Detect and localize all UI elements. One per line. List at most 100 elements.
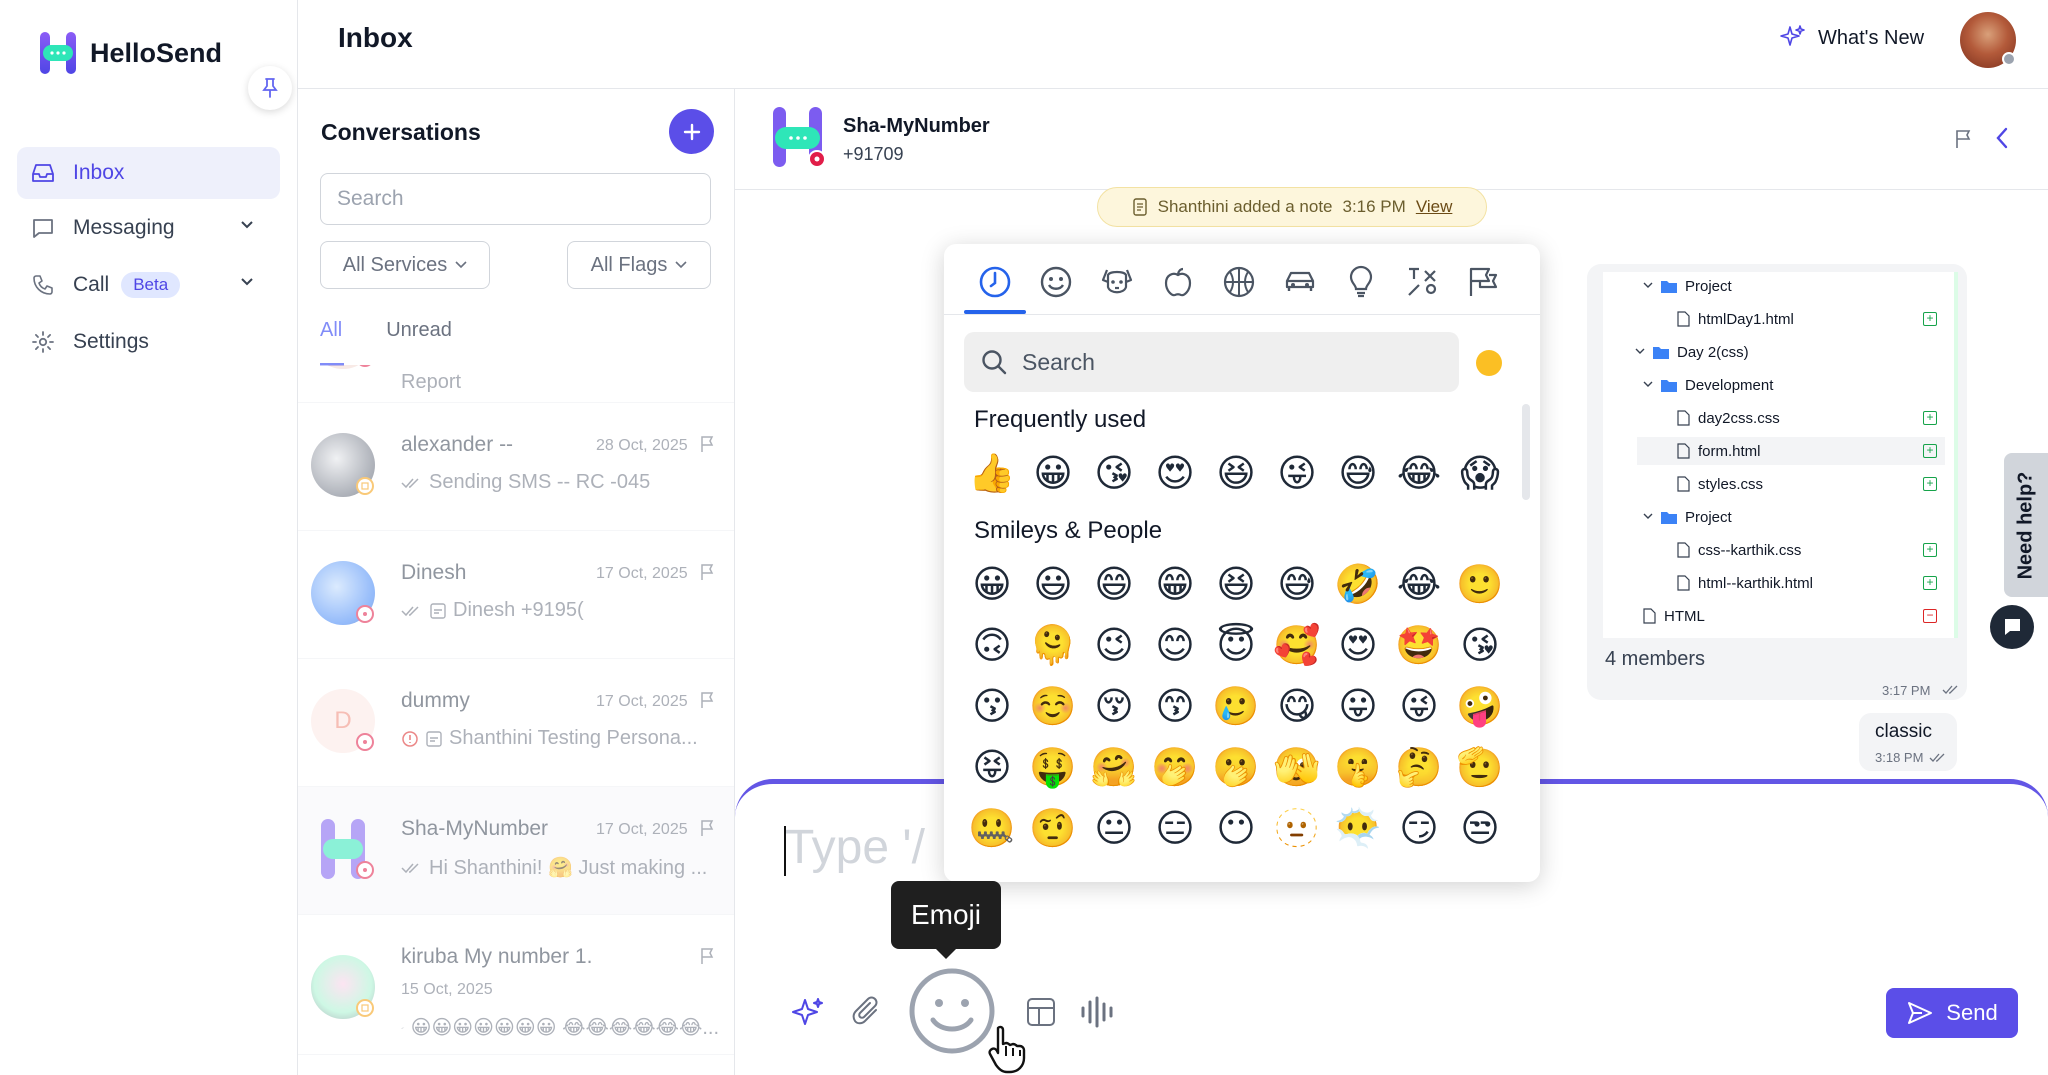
emoji-cell[interactable]: 🤭	[1149, 741, 1201, 793]
sidebar-item-call[interactable]: Call Beta	[17, 259, 280, 311]
category-recent[interactable]	[975, 262, 1015, 302]
emoji-cell[interactable]: 😃	[1027, 558, 1079, 610]
emoji-cell[interactable]: 😍	[1332, 619, 1384, 671]
emoji-cell[interactable]: 🤣	[1332, 558, 1384, 610]
flag-icon[interactable]	[700, 563, 716, 581]
collapse-panel-icon[interactable]	[1995, 127, 2009, 149]
services-filter-dropdown[interactable]: All Services	[320, 241, 490, 289]
conversation-row[interactable]: Dinesh 17 Oct, 2025 Dinesh +9195(	[298, 531, 734, 659]
emoji-cell[interactable]: 🫠	[1027, 619, 1079, 671]
conversation-row[interactable]: kiruba My number 1. 15 Oct, 2025 😀😀😀😀😀😀😀…	[298, 915, 734, 1055]
emoji-search-input[interactable]: Search	[964, 332, 1459, 392]
emoji-cell[interactable]: 😶	[1210, 802, 1262, 854]
emoji-cell[interactable]: 😊	[1149, 619, 1201, 671]
sidebar-item-settings[interactable]: Settings	[17, 316, 280, 368]
emoji-cell[interactable]: 🫢	[1210, 741, 1262, 793]
emoji-cell[interactable]: 😶‍🌫️	[1332, 802, 1384, 854]
emoji-cell[interactable]: 😜	[1393, 680, 1445, 732]
message-input[interactable]: Type '/	[785, 820, 925, 875]
emoji-icon[interactable]	[907, 966, 997, 1056]
emoji-cell[interactable]: 😆	[1210, 447, 1262, 499]
flag-icon[interactable]	[700, 691, 716, 709]
emoji-cell[interactable]: 😘	[1088, 447, 1140, 499]
emoji-scrollbar[interactable]	[1522, 404, 1530, 500]
ai-sparkle-icon[interactable]	[791, 996, 825, 1030]
category-travel[interactable]	[1280, 262, 1320, 302]
emoji-cell[interactable]: 🤑	[1027, 741, 1079, 793]
category-activities[interactable]	[1219, 262, 1259, 302]
flag-icon[interactable]	[700, 435, 716, 453]
emoji-cell[interactable]: 😋	[1271, 680, 1323, 732]
emoji-cell[interactable]: 🫡	[1454, 741, 1506, 793]
emoji-cell[interactable]: 😂	[1393, 447, 1445, 499]
text-message[interactable]: classic 3:18 PM	[1859, 713, 1957, 771]
voice-waveform-icon[interactable]	[1080, 996, 1114, 1028]
flag-icon[interactable]	[700, 819, 716, 837]
emoji-cell[interactable]: 😂	[1393, 558, 1445, 610]
emoji-cell[interactable]: 😀	[966, 558, 1018, 610]
flags-filter-dropdown[interactable]: All Flags	[567, 241, 711, 289]
emoji-cell[interactable]: 😁	[1149, 558, 1201, 610]
emoji-cell[interactable]: ☺️	[1027, 680, 1079, 732]
app-logo[interactable]: HelloSend	[40, 32, 222, 74]
pin-sidebar-button[interactable]	[248, 66, 292, 110]
emoji-cell[interactable]: 🤗	[1088, 741, 1140, 793]
emoji-cell[interactable]: 😱	[1454, 447, 1506, 499]
need-help-tab[interactable]: Need help?	[2004, 453, 2048, 597]
emoji-cell[interactable]: 😉	[1088, 619, 1140, 671]
emoji-cell[interactable]: 😍	[1149, 447, 1201, 499]
category-smileys[interactable]	[1036, 262, 1076, 302]
conversation-search-input[interactable]: Search	[320, 173, 711, 225]
emoji-cell[interactable]: 🫥	[1271, 802, 1323, 854]
emoji-cell[interactable]: 🤔	[1393, 741, 1445, 793]
emoji-cell[interactable]: 😒	[1454, 802, 1506, 854]
conversation-row[interactable]: D dummy 17 Oct, 2025 Shanthini Testing P…	[298, 659, 734, 787]
emoji-cell[interactable]: 😅	[1271, 558, 1323, 610]
tab-all[interactable]: All	[320, 319, 342, 342]
emoji-cell[interactable]: 😅	[1332, 447, 1384, 499]
emoji-cell[interactable]: 😛	[1332, 680, 1384, 732]
flag-icon[interactable]	[700, 947, 716, 965]
conversation-row-selected[interactable]: Sha-MyNumber 17 Oct, 2025 Hi Shanthini! …	[298, 787, 734, 915]
emoji-cell[interactable]: 😇	[1210, 619, 1262, 671]
support-chat-button[interactable]	[1990, 605, 2034, 649]
emoji-cell[interactable]: 😗	[966, 680, 1018, 732]
category-flags[interactable]	[1463, 262, 1503, 302]
view-note-link[interactable]: View	[1416, 197, 1453, 217]
emoji-cell[interactable]: 🫣	[1271, 741, 1323, 793]
category-food[interactable]	[1158, 262, 1198, 302]
skin-tone-selector[interactable]	[1476, 350, 1502, 376]
emoji-cell[interactable]: 😑	[1149, 802, 1201, 854]
emoji-cell[interactable]: 🤩	[1393, 619, 1445, 671]
sidebar-item-messaging[interactable]: Messaging	[17, 202, 280, 254]
conversation-row[interactable]: Report	[298, 365, 734, 403]
emoji-cell[interactable]: 😙	[1149, 680, 1201, 732]
category-animals[interactable]	[1097, 262, 1137, 302]
emoji-cell[interactable]: 😐	[1088, 802, 1140, 854]
emoji-cell[interactable]: 😆	[1210, 558, 1262, 610]
emoji-cell[interactable]: 🥰	[1271, 619, 1323, 671]
category-objects[interactable]	[1341, 262, 1381, 302]
user-avatar[interactable]	[1960, 12, 2016, 68]
contact-name[interactable]: Sha-MyNumber	[843, 115, 990, 138]
emoji-cell[interactable]: 😀	[1027, 447, 1079, 499]
sidebar-item-inbox[interactable]: Inbox	[17, 147, 280, 199]
tab-unread[interactable]: Unread	[386, 319, 452, 342]
emoji-cell[interactable]: 🤫	[1332, 741, 1384, 793]
emoji-cell[interactable]: 👍	[966, 447, 1018, 499]
whats-new-button[interactable]: What's New	[1778, 24, 1924, 52]
emoji-cell[interactable]: 😏	[1393, 802, 1445, 854]
emoji-cell[interactable]: 😜	[1271, 447, 1323, 499]
emoji-cell[interactable]: 🤪	[1454, 680, 1506, 732]
category-symbols[interactable]	[1402, 262, 1442, 302]
flag-icon[interactable]	[1955, 129, 1973, 149]
emoji-cell[interactable]: 🤨	[1027, 802, 1079, 854]
emoji-cell[interactable]: 😄	[1088, 558, 1140, 610]
emoji-cell[interactable]: 🤐	[966, 802, 1018, 854]
emoji-cell[interactable]: 😚	[1088, 680, 1140, 732]
send-button[interactable]: Send	[1886, 988, 2018, 1038]
emoji-cell[interactable]: 🥲	[1210, 680, 1262, 732]
emoji-cell[interactable]: 🙂	[1454, 558, 1506, 610]
conversation-row[interactable]: alexander -- 28 Oct, 2025 Sending SMS --…	[298, 403, 734, 531]
emoji-cell[interactable]: 🙃	[966, 619, 1018, 671]
